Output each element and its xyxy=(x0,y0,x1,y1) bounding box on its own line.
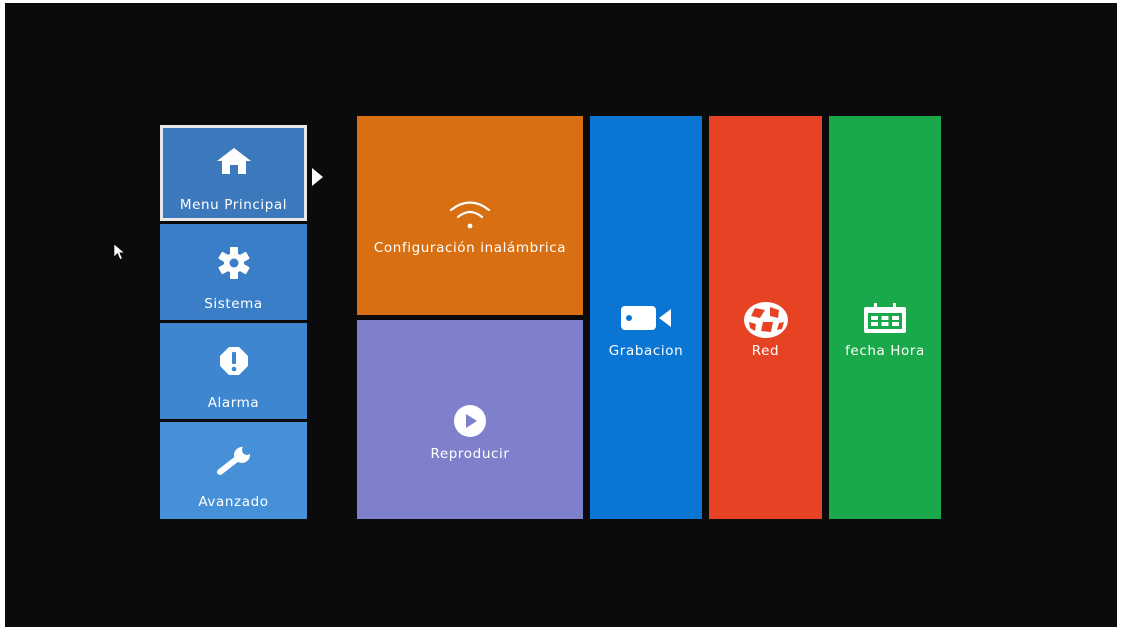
alarm-icon xyxy=(219,347,248,375)
tile-label: Reproducir xyxy=(430,446,510,462)
mouse-cursor-icon xyxy=(113,243,126,260)
tile-reproducir[interactable]: Reproducir xyxy=(357,320,583,519)
calendar-icon xyxy=(864,303,906,333)
tile-label: Grabacion xyxy=(608,343,684,359)
tile-fecha-hora[interactable]: fecha Hora xyxy=(829,116,941,519)
sidebar-item-label: Sistema xyxy=(204,296,263,312)
dvr-screen: Menu Principal Sistema Alarma Avanzado C… xyxy=(5,3,1117,627)
selection-arrow-icon xyxy=(312,168,323,186)
sidebar-item-label: Alarma xyxy=(207,395,260,411)
play-icon xyxy=(454,405,486,437)
video-camera-icon xyxy=(621,306,671,330)
tile-red[interactable]: Red xyxy=(709,116,822,519)
tile-label: Configuración inalámbrica xyxy=(373,240,567,256)
sidebar-item-label: Menu Principal xyxy=(179,197,288,213)
sidebar-item-label: Avanzado xyxy=(198,494,269,510)
home-icon xyxy=(216,148,251,174)
tile-label: Red xyxy=(751,343,780,359)
network-globe-icon xyxy=(743,302,788,338)
tile-label: fecha Hora xyxy=(845,343,925,359)
sidebar-item-sistema[interactable]: Sistema xyxy=(160,224,307,320)
tile-grabacion[interactable]: Grabacion xyxy=(590,116,702,519)
gear-icon xyxy=(218,247,249,279)
sidebar-item-menu-principal[interactable]: Menu Principal xyxy=(160,125,307,221)
wrench-icon xyxy=(216,445,252,475)
tile-configuracion-inalambrica[interactable]: Configuración inalámbrica xyxy=(357,116,583,315)
wifi-icon xyxy=(449,201,491,229)
sidebar-item-alarma[interactable]: Alarma xyxy=(160,323,307,419)
sidebar-item-avanzado[interactable]: Avanzado xyxy=(160,422,307,519)
